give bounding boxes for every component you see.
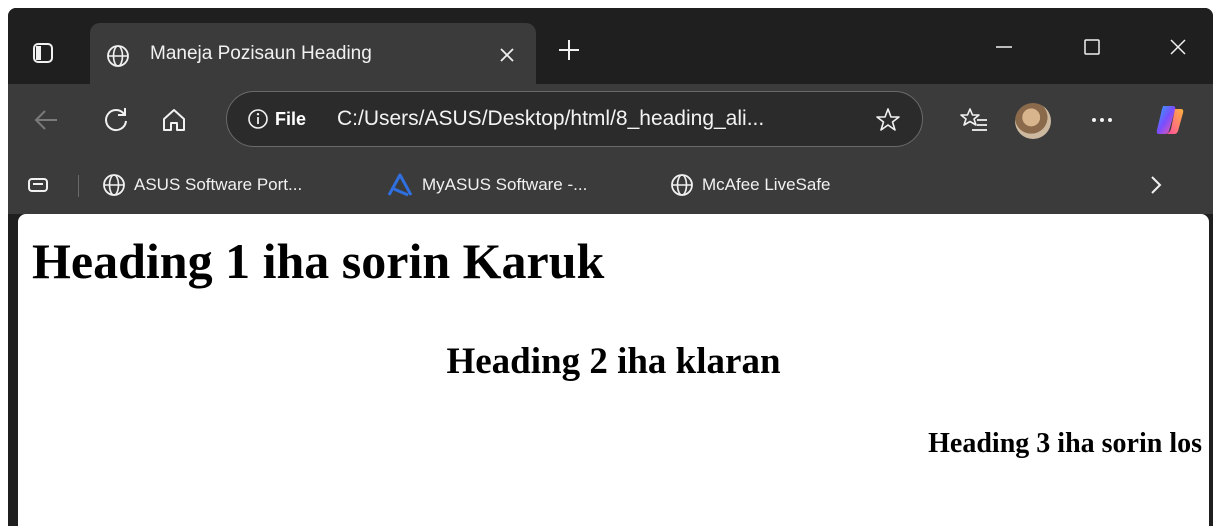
home-icon — [163, 109, 185, 131]
chevron-right-icon — [1151, 176, 1162, 194]
favorites-bar: ASUS Software Port... MyASUS Software -.… — [8, 156, 1213, 214]
more-icon — [1092, 118, 1112, 122]
favorite-label: MyASUS Software -... — [422, 175, 588, 194]
back-button[interactable] — [28, 102, 64, 138]
maximize-icon — [1084, 39, 1100, 55]
refresh-icon — [105, 108, 127, 132]
more-button[interactable] — [1084, 102, 1120, 138]
favorites-separator — [78, 175, 79, 197]
heading-3-right: Heading 3 iha sorin los — [928, 428, 1202, 459]
myasus-logo-icon — [387, 173, 413, 197]
tab-strip: Maneja Pozisaun Heading — [8, 8, 1213, 84]
close-icon — [500, 48, 514, 62]
star-icon[interactable] — [875, 107, 901, 133]
collections-button[interactable] — [20, 167, 56, 203]
info-icon[interactable] — [247, 108, 269, 130]
favorite-label: ASUS Software Port... — [134, 175, 303, 194]
globe-icon — [107, 45, 129, 67]
copilot-icon — [1156, 106, 1184, 134]
browser-window: Maneja Pozisaun Heading File C:/Users/AS… — [8, 8, 1213, 526]
profile-avatar[interactable] — [1015, 103, 1051, 139]
back-arrow-icon — [34, 110, 57, 130]
close-icon — [1170, 39, 1186, 55]
maximize-button[interactable] — [1070, 30, 1114, 64]
minimize-icon — [996, 46, 1012, 48]
heading-2-center: Heading 2 iha klaran — [446, 341, 781, 382]
minimize-button[interactable] — [982, 30, 1026, 64]
favorite-label: McAfee LiveSafe — [702, 175, 831, 194]
heading-1-left: Heading 1 iha sorin Karuk — [32, 233, 605, 289]
address-bar[interactable]: File C:/Users/ASUS/Desktop/html/8_headin… — [226, 91, 923, 147]
url-text[interactable]: C:/Users/ASUS/Desktop/html/8_heading_ali… — [337, 107, 764, 131]
favorite-mcafee-livesafe[interactable]: McAfee LiveSafe — [670, 170, 831, 200]
new-tab-button[interactable] — [554, 35, 584, 65]
favorites-overflow-button[interactable] — [1138, 167, 1174, 203]
favorites-list-icon — [960, 108, 987, 131]
tab-title: Maneja Pozisaun Heading — [150, 43, 372, 64]
globe-icon — [103, 174, 125, 196]
favorite-asus-software-portal[interactable]: ASUS Software Port... — [102, 170, 302, 200]
collections-icon — [28, 178, 48, 192]
navigation-toolbar: File C:/Users/ASUS/Desktop/html/8_headin… — [8, 84, 1213, 156]
copilot-button[interactable] — [1152, 102, 1188, 138]
globe-icon — [671, 174, 693, 196]
favorites-button[interactable] — [956, 102, 992, 138]
refresh-button[interactable] — [98, 102, 134, 138]
home-button[interactable] — [156, 102, 192, 138]
favorite-myasus-software[interactable]: MyASUS Software -... — [386, 170, 587, 200]
plus-icon — [559, 40, 579, 60]
tab-actions-button[interactable] — [28, 38, 58, 68]
tab-close-button[interactable] — [494, 42, 520, 68]
scheme-label: File — [275, 109, 307, 129]
close-window-button[interactable] — [1156, 30, 1200, 64]
tab-active[interactable]: Maneja Pozisaun Heading — [90, 23, 536, 84]
tab-actions-icon — [33, 43, 53, 63]
page-content: Heading 1 iha sorin Karuk Heading 2 iha … — [18, 214, 1209, 526]
